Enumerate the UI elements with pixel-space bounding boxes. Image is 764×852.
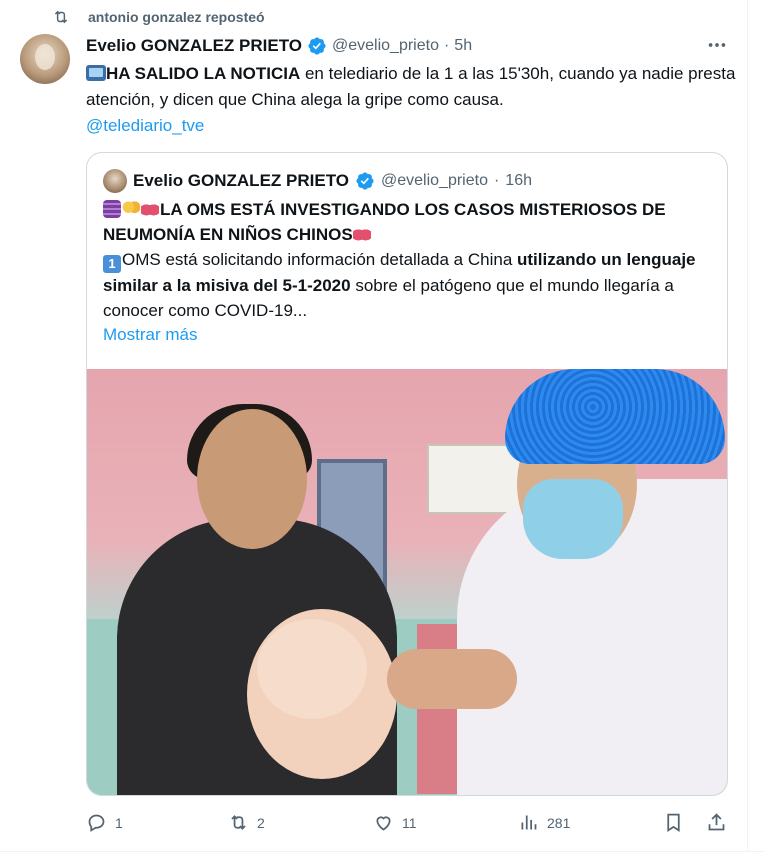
quoted-avatar: [103, 169, 127, 193]
views-icon: [521, 815, 537, 830]
views-count: 281: [547, 814, 571, 831]
photo-nurse-cap: [505, 369, 725, 464]
repost-icon: [54, 10, 68, 24]
lungs-emoji-icon: [352, 225, 371, 243]
tv-emoji-icon: [86, 65, 106, 81]
tweet-time[interactable]: 5h: [454, 37, 472, 55]
column-border: [747, 0, 748, 852]
photo-hands: [387, 649, 517, 709]
bookmark-button[interactable]: [663, 812, 684, 833]
reply-button[interactable]: 1: [86, 812, 123, 833]
quoted-header: Evelio GONZALEZ PRIETO @evelio_prieto · …: [103, 169, 532, 193]
dot-separator: ·: [443, 37, 450, 54]
quoted-body-1: OMS está solicitando información detalla…: [122, 250, 517, 269]
verified-badge-icon: [308, 37, 326, 55]
like-count: 11: [402, 814, 417, 831]
verified-badge-icon: [356, 172, 374, 190]
quoted-time: 16h: [505, 172, 532, 189]
repost-indicator: antonio gonzalez reposteó: [52, 8, 265, 26]
reply-count: 1: [115, 814, 123, 831]
author-name[interactable]: Evelio GONZALEZ PRIETO: [86, 36, 302, 56]
quoted-photo[interactable]: [87, 369, 727, 795]
author-handle[interactable]: @evelio_prieto: [332, 37, 439, 55]
mention-link[interactable]: @telediario_tve: [86, 116, 204, 135]
quoted-author-name: Evelio GONZALEZ PRIETO: [133, 171, 349, 190]
keycap-one-emoji-icon: 1: [103, 255, 121, 273]
bookmark-icon: [667, 813, 680, 833]
quoted-tweet[interactable]: Evelio GONZALEZ PRIETO @evelio_prieto · …: [86, 152, 728, 796]
views-button[interactable]: 281: [518, 812, 570, 833]
author-avatar[interactable]: [20, 34, 70, 84]
tweet-text-bold: HA SALIDO LA NOTICIA: [106, 64, 301, 83]
quoted-headline: LA OMS ESTÁ INVESTIGANDO LOS CASOS MISTE…: [103, 200, 666, 244]
repost-button[interactable]: 2: [228, 812, 265, 833]
tweet: Evelio GONZALEZ PRIETO @evelio_prieto · …: [86, 34, 742, 139]
photo-baby-face: [257, 619, 367, 719]
repost-label[interactable]: antonio gonzalez reposteó: [88, 9, 265, 25]
action-bar: 1 2 11 281: [86, 812, 732, 840]
lungs-emoji-icon: [141, 200, 159, 218]
dot-separator: ·: [493, 172, 500, 189]
repost-count: 2: [257, 814, 265, 831]
tweet-text: HA SALIDO LA NOTICIA en telediario de la…: [86, 61, 742, 139]
quoted-author-handle: @evelio_prieto: [381, 172, 488, 189]
show-more-link[interactable]: Mostrar más: [103, 325, 197, 345]
photo-nurse-mask: [523, 479, 623, 559]
quoted-text: LA OMS ESTÁ INVESTIGANDO LOS CASOS MISTE…: [103, 197, 715, 323]
like-button[interactable]: 11: [373, 812, 417, 833]
reply-icon: [88, 814, 105, 832]
children-emoji-icon: [122, 200, 140, 218]
share-icon: [708, 813, 725, 831]
repost-icon: [231, 815, 246, 830]
thread-emoji-icon: [103, 200, 121, 218]
share-button[interactable]: [706, 812, 727, 833]
tweet-header: Evelio GONZALEZ PRIETO @evelio_prieto · …: [86, 34, 742, 58]
like-icon: [376, 816, 391, 831]
photo-woman-face: [197, 409, 307, 549]
more-icon[interactable]: [706, 34, 728, 56]
